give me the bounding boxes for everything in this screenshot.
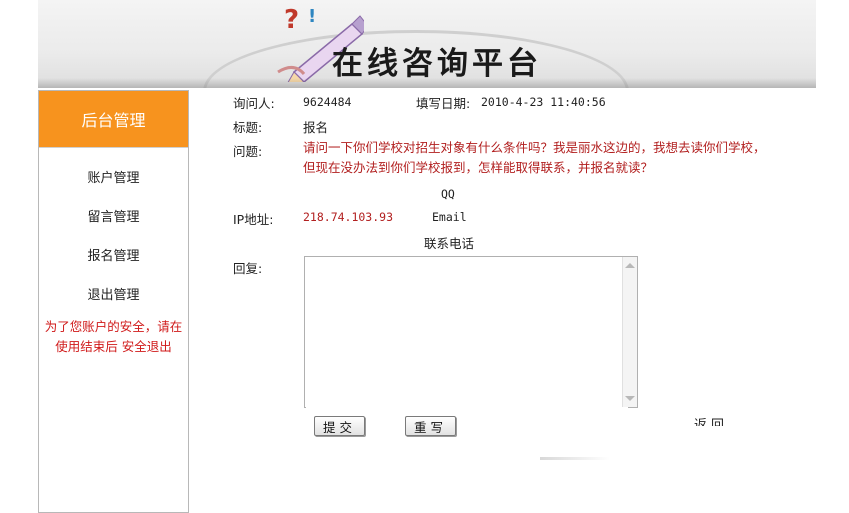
phone-label: 联系电话 [424, 236, 475, 251]
question-label: 问题: [233, 144, 263, 159]
svg-text:!: ! [308, 6, 316, 27]
scroll-up-arrow-icon[interactable] [625, 263, 635, 268]
reset-button[interactable]: 重写 [405, 416, 457, 436]
sidebar-item-accounts[interactable]: 账户管理 [39, 159, 188, 198]
email-label: Email [432, 210, 467, 224]
banner-title: 在线咨询平台 [332, 46, 542, 82]
ip-value: 218.74.103.93 [303, 210, 394, 224]
ip-label: IP地址: [233, 212, 274, 227]
banner-shadow [38, 78, 816, 88]
submit-button[interactable]: 提交 [314, 416, 366, 436]
scroll-down-arrow-icon[interactable] [625, 396, 635, 401]
sidebar-item-logout[interactable]: 退出管理 [39, 276, 188, 315]
svg-text:?: ? [284, 5, 299, 35]
sidebar-item-messages[interactable]: 留言管理 [39, 198, 188, 237]
inquirer-label: 询问人: [233, 96, 275, 111]
question-text: 请问一下你们学校对招生对象有什么条件吗？我是丽水这边的，我想去读你们学校，但现在… [303, 140, 766, 175]
sidebar-item-registrations[interactable]: 报名管理 [39, 237, 188, 276]
security-notice: 为了您账户的安全，请在使用结束后 安全退出 [39, 317, 188, 357]
qq-label: QQ [441, 187, 455, 201]
sidebar: 后台管理 账户管理 留言管理 报名管理 退出管理 为了您账户的安全，请在使用结束… [38, 90, 189, 513]
reply-scrollbar[interactable] [622, 257, 637, 407]
sidebar-header: 后台管理 [39, 91, 188, 148]
reply-label: 回复: [233, 261, 263, 276]
date-value: 2010-4-23 11:40:56 [481, 95, 606, 109]
header-banner: ? ! 在线咨询平台 [38, 0, 816, 88]
reply-box [304, 256, 638, 410]
subject-label: 标题: [233, 120, 263, 135]
back-link[interactable]: 返回 [694, 414, 736, 426]
inquirer-value: 9624484 [303, 95, 352, 109]
date-label: 填写日期: [416, 96, 471, 111]
decorative-line [540, 457, 610, 460]
reply-textarea[interactable] [306, 258, 628, 410]
safe-logout-link[interactable]: 安全退出 [122, 339, 172, 354]
subject-value: 报名 [303, 120, 329, 135]
